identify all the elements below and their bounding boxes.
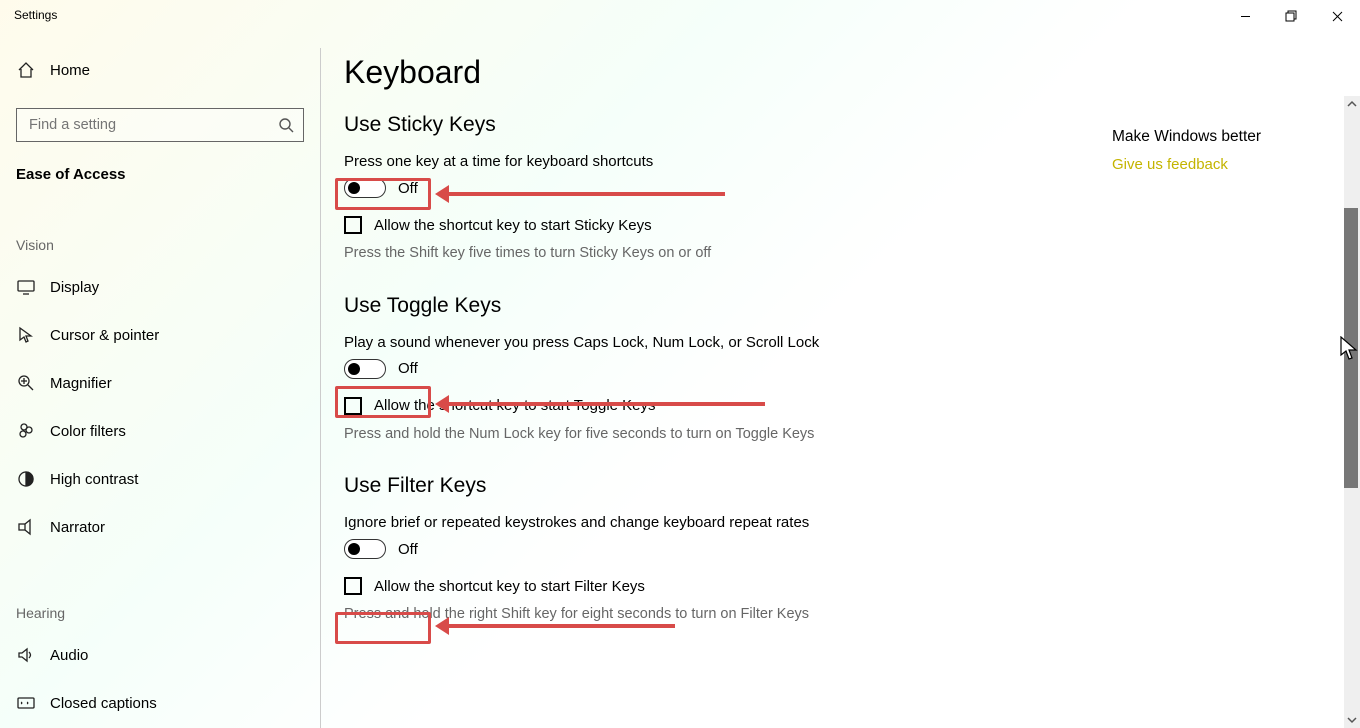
feedback-link[interactable]: Give us feedback — [1112, 156, 1312, 173]
sidebar-item-label: Narrator — [50, 519, 105, 536]
page-title: Keyboard — [344, 54, 1332, 91]
group-vision-header: Vision — [16, 237, 320, 253]
scrollbar-up-icon[interactable] — [1344, 96, 1360, 112]
vertical-scrollbar[interactable] — [1344, 96, 1360, 728]
category-label: Ease of Access — [16, 166, 320, 183]
filter-keys-toggle-label: Off — [398, 541, 418, 558]
sidebar-item-label: High contrast — [50, 471, 138, 488]
sidebar-item-label: Magnifier — [50, 375, 112, 392]
magnifier-icon — [16, 373, 36, 393]
cursor-icon — [1340, 336, 1358, 362]
sidebar-item-cursor-pointer[interactable]: Cursor & pointer — [0, 311, 320, 359]
sidebar-item-label: Cursor & pointer — [50, 327, 159, 344]
section-filter-keys: Use Filter Keys Ignore brief or repeated… — [344, 474, 824, 625]
toggle-keys-desc: Play a sound whenever you press Caps Loc… — [344, 334, 824, 351]
rail-title: Make Windows better — [1112, 128, 1312, 146]
divider — [320, 48, 321, 728]
sidebar: Home Ease of Access Vision Display Curso… — [0, 32, 320, 728]
sticky-keys-hint: Press the Shift key five times to turn S… — [344, 244, 824, 264]
section-toggle-keys: Use Toggle Keys Play a sound whenever yo… — [344, 294, 824, 445]
toggle-keys-toggle-label: Off — [398, 360, 418, 377]
narrator-icon — [16, 517, 36, 537]
search-wrap — [16, 108, 304, 142]
toggle-keys-hint: Press and hold the Num Lock key for five… — [344, 425, 824, 445]
audio-icon — [16, 645, 36, 665]
sidebar-item-display[interactable]: Display — [0, 263, 320, 311]
sidebar-item-audio[interactable]: Audio — [0, 631, 320, 679]
search-box[interactable] — [16, 108, 304, 142]
titlebar: Settings — [0, 0, 1360, 32]
filter-keys-desc: Ignore brief or repeated keystrokes and … — [344, 514, 824, 531]
search-input[interactable] — [17, 117, 269, 133]
sticky-keys-desc: Press one key at a time for keyboard sho… — [344, 153, 824, 170]
sidebar-item-label: Closed captions — [50, 695, 157, 712]
high-contrast-icon — [16, 469, 36, 489]
color-filters-icon — [16, 421, 36, 441]
annotation-box-filter — [335, 612, 431, 644]
toggle-keys-toggle[interactable] — [344, 359, 386, 379]
toggle-keys-heading: Use Toggle Keys — [344, 294, 824, 318]
filter-keys-checkbox-label: Allow the shortcut key to start Filter K… — [374, 578, 645, 595]
sidebar-item-narrator[interactable]: Narrator — [0, 503, 320, 551]
sidebar-item-high-contrast[interactable]: High contrast — [0, 455, 320, 503]
filter-keys-toggle[interactable] — [344, 539, 386, 559]
group-hearing-header: Hearing — [16, 605, 320, 621]
filter-keys-heading: Use Filter Keys — [344, 474, 824, 498]
sticky-keys-checkbox-label: Allow the shortcut key to start Sticky K… — [374, 217, 652, 234]
sidebar-item-closed-captions[interactable]: Closed captions — [0, 679, 320, 727]
filter-keys-shortcut-checkbox[interactable] — [344, 577, 362, 595]
settings-app: Settings Home — [0, 0, 1360, 728]
minimize-button[interactable] — [1222, 0, 1268, 32]
home-icon — [16, 60, 36, 80]
close-button[interactable] — [1314, 0, 1360, 32]
annotation-box-toggle — [335, 386, 431, 418]
sidebar-item-label: Audio — [50, 647, 88, 664]
sidebar-item-label: Color filters — [50, 423, 126, 440]
home-label: Home — [50, 62, 90, 79]
display-icon — [16, 277, 36, 297]
captions-icon — [16, 693, 36, 713]
sidebar-home[interactable]: Home — [0, 46, 320, 94]
search-icon — [269, 117, 303, 133]
scrollbar-down-icon[interactable] — [1344, 712, 1360, 728]
sidebar-item-magnifier[interactable]: Magnifier — [0, 359, 320, 407]
sidebar-item-color-filters[interactable]: Color filters — [0, 407, 320, 455]
annotation-box-sticky — [335, 178, 431, 210]
window-controls — [1222, 0, 1360, 32]
sidebar-item-label: Display — [50, 279, 99, 296]
right-rail: Make Windows better Give us feedback — [1112, 128, 1312, 173]
window-title: Settings — [14, 8, 57, 22]
sticky-keys-shortcut-checkbox[interactable] — [344, 216, 362, 234]
maximize-button[interactable] — [1268, 0, 1314, 32]
sticky-keys-heading: Use Sticky Keys — [344, 113, 824, 137]
pointer-icon — [16, 325, 36, 345]
